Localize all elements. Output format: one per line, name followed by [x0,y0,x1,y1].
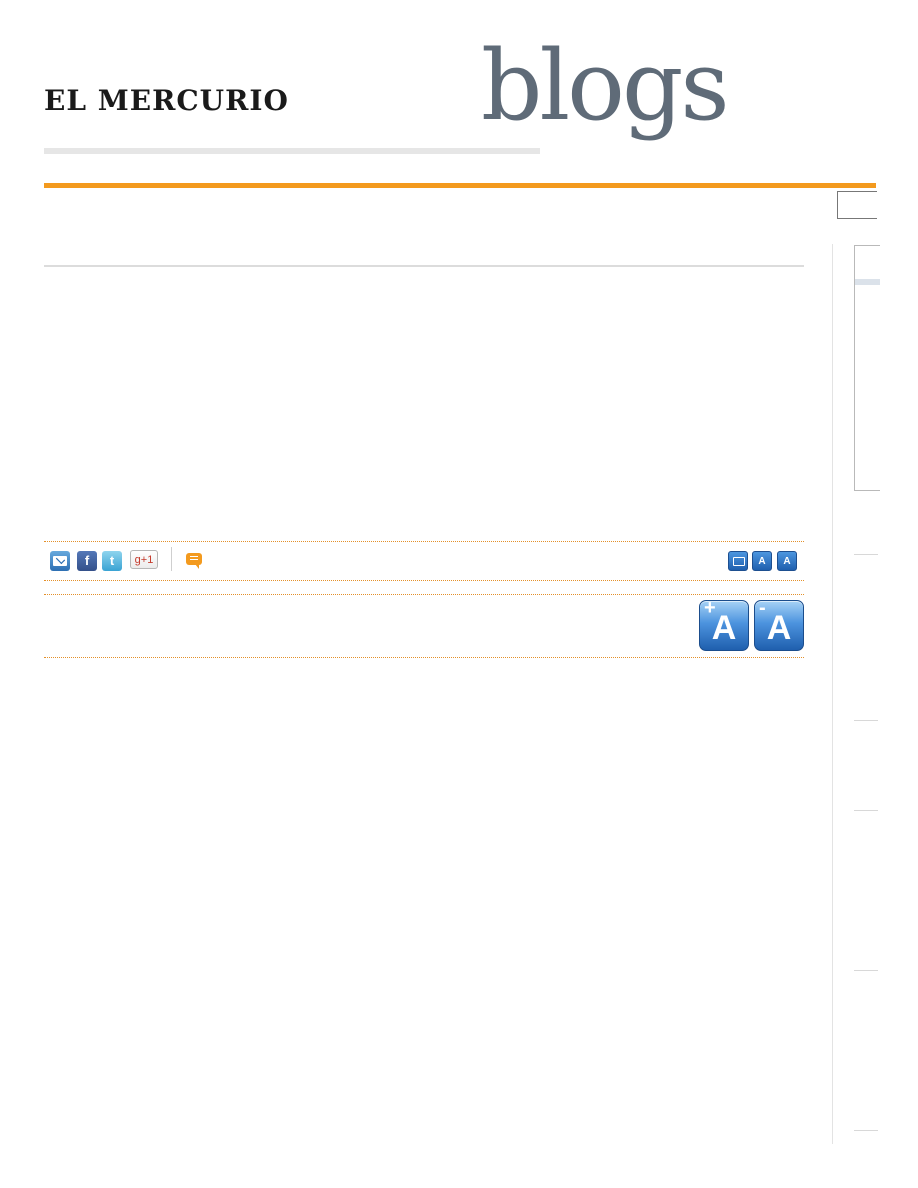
header-orange-rule [44,183,876,188]
font-decrease-small-button[interactable]: A [777,551,797,571]
print-icon[interactable] [728,551,748,571]
facebook-icon[interactable]: f [77,551,97,571]
twitter-icon[interactable]: t [102,551,122,571]
sidebar-divider [832,244,833,1144]
header-grey-bar [44,148,540,154]
share-bar-bottom-border [44,580,804,581]
share-bar-top-border [44,541,804,542]
content-divider [44,265,804,267]
font-controls-bottom-border [44,657,804,658]
font-increase-button[interactable]: + A [699,597,749,651]
share-toolbar: f t g+1 A A [44,543,804,579]
email-icon[interactable] [50,551,70,571]
comment-icon[interactable] [186,553,202,569]
sidebar-separator [854,810,878,811]
top-right-search-box[interactable] [837,191,877,219]
el-mercurio-logo[interactable]: EL MERCURIO [44,84,289,117]
sidebar-widget-box [854,245,880,491]
sidebar-separator [854,554,878,555]
sidebar-separator [854,1130,878,1131]
sidebar-separator [854,970,878,971]
font-controls-top-border [44,594,804,595]
share-separator [171,547,172,571]
google-plus-one-button[interactable]: g+1 [130,550,158,569]
sidebar-separator [854,720,878,721]
sidebar-widget-band [855,279,880,285]
plus-sign: + [704,597,716,619]
font-increase-small-button[interactable]: A [752,551,772,571]
font-decrease-letter: A [766,609,792,647]
blogs-logo[interactable]: blogs [481,38,730,134]
font-decrease-button[interactable]: -A [754,597,804,651]
minus-sign: - [759,597,766,619]
